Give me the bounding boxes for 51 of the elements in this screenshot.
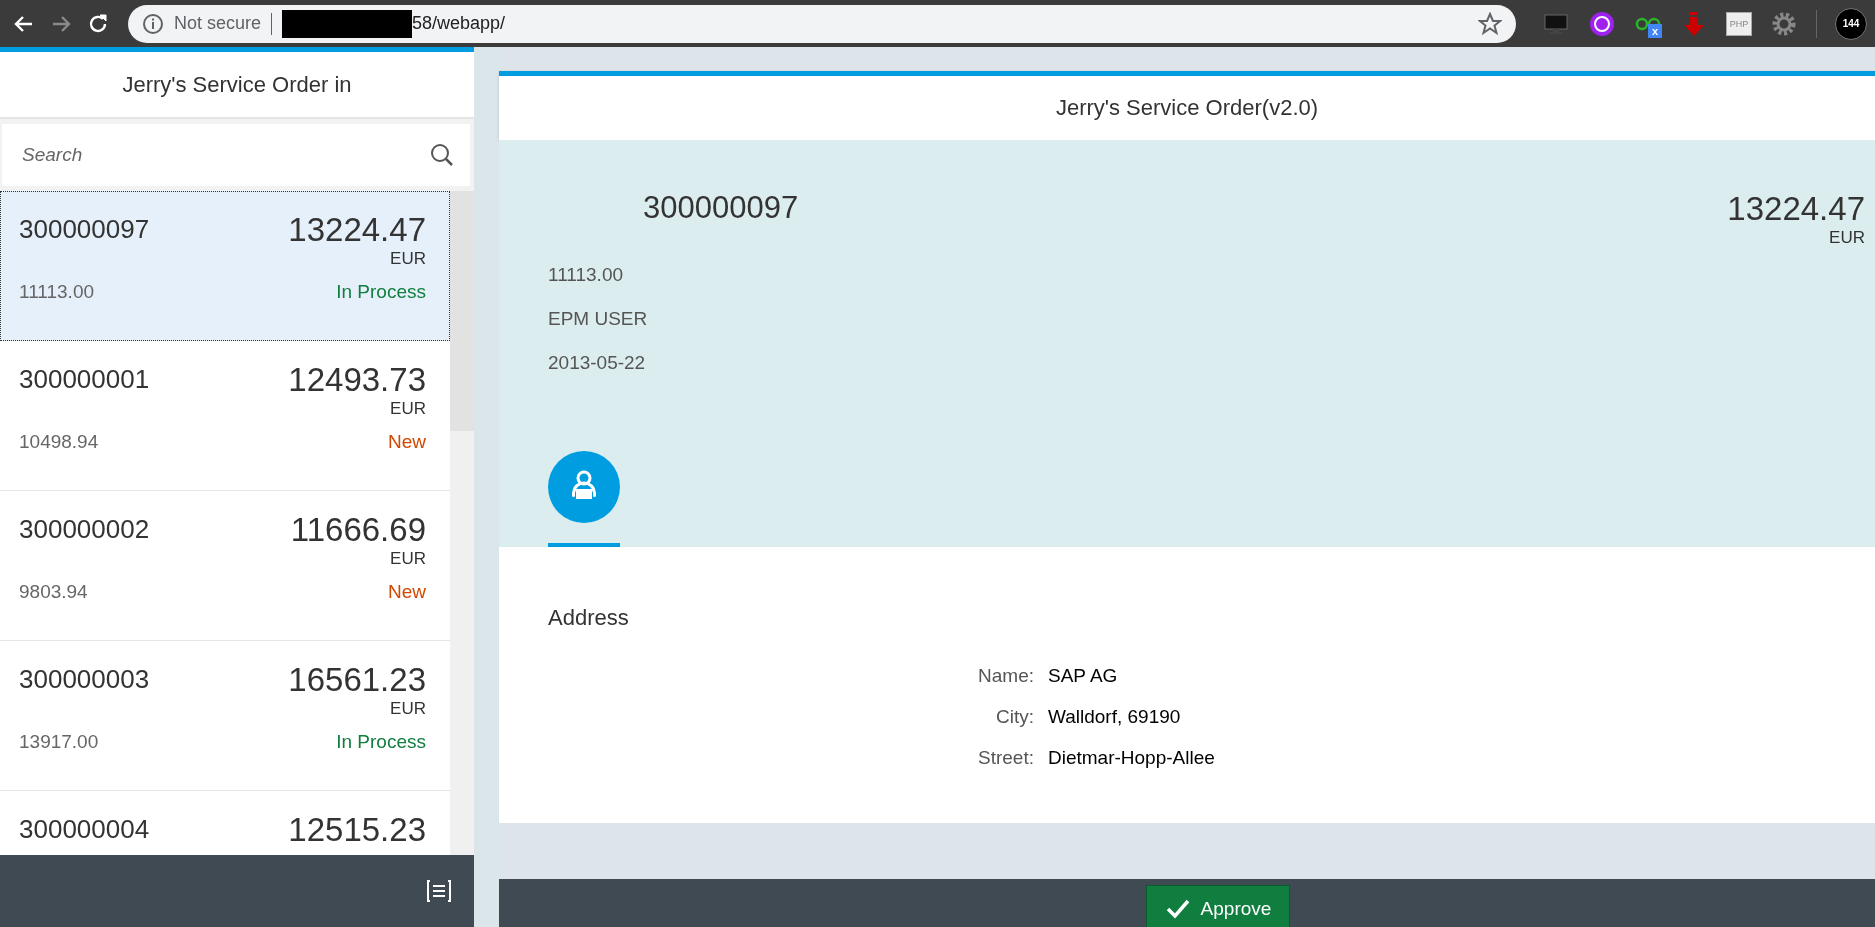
person-icon [548,451,620,523]
net-amount: 10498.94 [19,431,99,453]
profile-avatar[interactable]: 144 [1835,7,1867,40]
detail-title: Jerry's Service Order(v2.0) [499,71,1875,140]
order-number: 300000003 [19,664,150,695]
address-bar[interactable]: Not secure 58/webapp/ [128,4,1516,43]
currency: EUR [390,399,426,419]
order-number: 300000002 [19,514,150,545]
section-title: Address [548,605,630,631]
field-value: Dietmar-Hopp-Allee [1048,747,1216,769]
order-amount: 16561.23 [288,661,426,699]
currency: EUR [390,249,426,269]
order-amount: 13224.47 [1727,190,1865,228]
field-value: Walldorf, 69190 [1048,706,1182,728]
star-icon[interactable] [1478,11,1502,36]
url-text: 58/webapp/ [412,13,506,34]
header-attribute: 11113.00 [548,264,625,286]
header-attribute: 2013-05-22 [548,352,647,374]
currency: EUR [390,699,426,719]
net-amount: 13917.00 [19,731,99,753]
currency: EUR [1829,228,1865,248]
search-field[interactable]: Search [2,124,470,186]
approve-button[interactable]: Approve [1145,885,1291,927]
field-label: Name: [977,665,1034,687]
header-attribute: EPM USER [548,308,649,330]
order-number: 300000097 [643,190,799,227]
security-label: Not secure [174,13,262,34]
net-amount: 9803.94 [19,581,88,603]
info-icon[interactable] [142,12,164,35]
currency: EUR [390,549,426,569]
net-amount: 11113.00 [19,281,95,303]
search-icon[interactable] [429,142,454,167]
field-label: City: [995,706,1034,728]
order-status: In Process [336,731,426,753]
order-number: 300000097 [19,214,150,245]
order-amount: 12515.23 [288,811,426,849]
order-status: New [388,431,426,453]
order-number: 300000004 [19,814,150,845]
order-number: 300000001 [19,364,150,395]
ring-icon[interactable] [1588,9,1616,38]
tab[interactable] [548,451,620,547]
list-icon [426,878,452,904]
scrollbar[interactable] [450,191,474,855]
order-amount: 11666.69 [290,511,426,549]
order-status: In Process [336,281,426,303]
field-value: SAP AG [1048,665,1119,687]
order-amount: 12493.73 [288,361,426,399]
order-amount: 13224.47 [288,211,426,249]
field-label: Street: [977,747,1034,769]
order-status: New [388,581,426,603]
order-list-item[interactable]: 300000097 13224.47 EUR 11113.00 In Process [0,191,450,341]
